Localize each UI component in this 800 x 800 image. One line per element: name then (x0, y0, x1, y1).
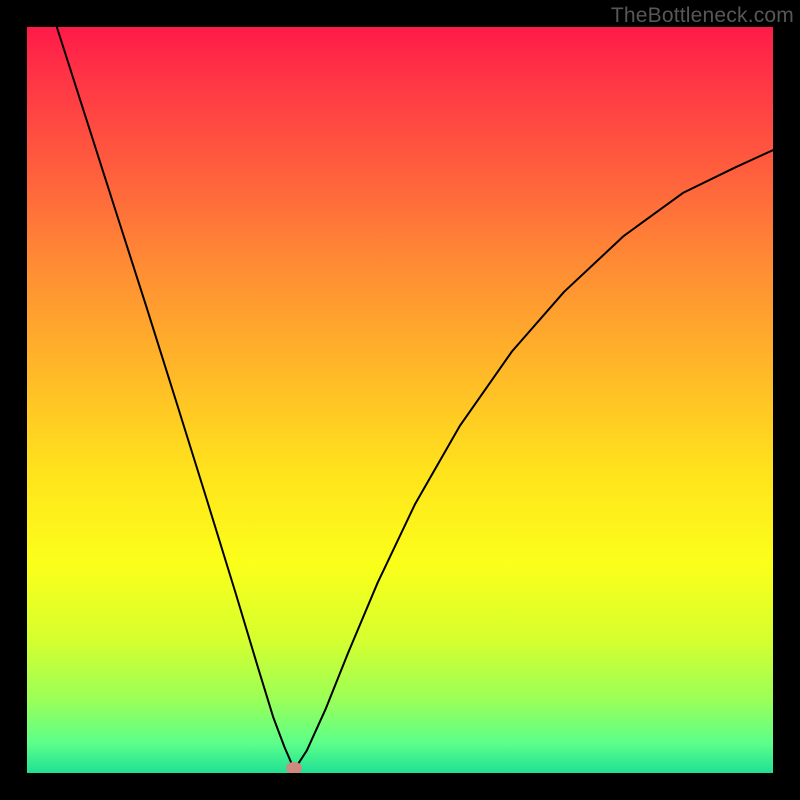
optimum-marker (286, 762, 302, 773)
watermark-text: TheBottleneck.com (611, 4, 794, 28)
curve-path (57, 27, 773, 769)
bottleneck-curve (27, 27, 773, 773)
outer-frame: TheBottleneck.com (0, 0, 800, 800)
plot-area (27, 27, 773, 773)
